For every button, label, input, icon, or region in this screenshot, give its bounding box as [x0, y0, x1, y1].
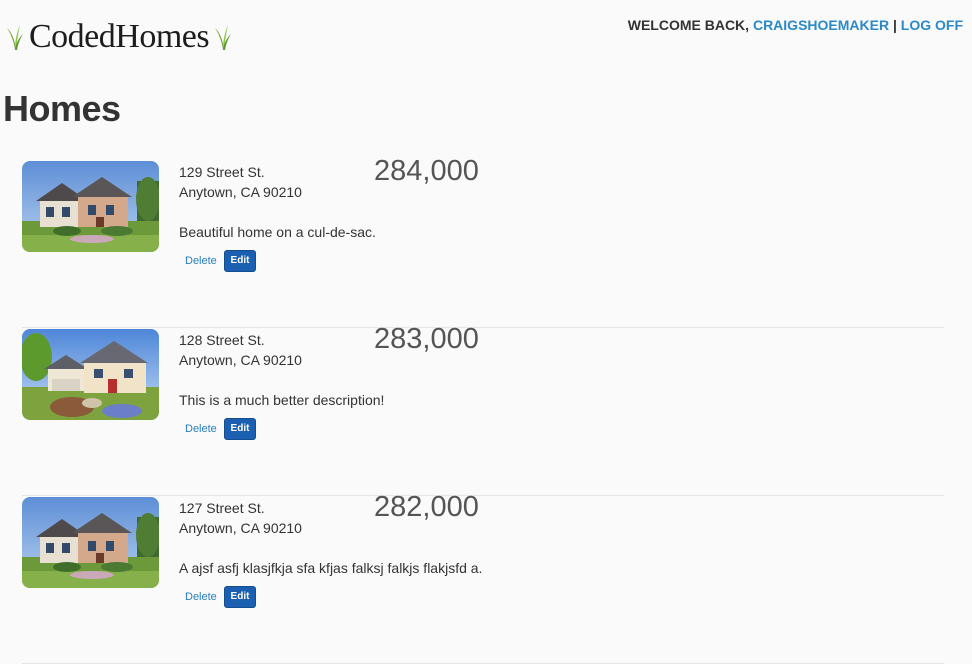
log-off-link[interactable]: LOG OFF	[901, 17, 963, 33]
page-title: Homes	[3, 88, 121, 129]
welcome-text: WELCOME BACK,	[627, 17, 750, 33]
delete-link[interactable]: Delete	[185, 255, 217, 267]
home-price: 283,000	[374, 323, 479, 355]
logo-wordmark: CodedHomes	[29, 18, 210, 55]
home-description: A ajsf asfj klasjfkja sfa kfjas falksj f…	[179, 560, 483, 576]
home-city: Anytown, CA 90210	[179, 184, 302, 200]
site-header: CodedHomes WELCOME BACK, CRAIGSHOEMAKER …	[0, 0, 972, 72]
house-photo	[22, 329, 159, 420]
home-row: 127 Street St. Anytown, CA 90210 282,000…	[22, 491, 944, 664]
home-street: 127 Street St.	[179, 500, 265, 516]
edit-button[interactable]: Edit	[224, 418, 256, 440]
edit-button[interactable]: Edit	[224, 586, 256, 608]
home-description: This is a much better description!	[179, 392, 385, 408]
home-price: 282,000	[374, 491, 479, 523]
edit-button[interactable]: Edit	[224, 250, 256, 272]
username-link[interactable]: CRAIGSHOEMAKER	[753, 17, 889, 33]
home-price: 284,000	[374, 155, 479, 187]
home-description: Beautiful home on a cul-de-sac.	[179, 224, 376, 240]
delete-link[interactable]: Delete	[185, 591, 217, 603]
home-city: Anytown, CA 90210	[179, 352, 302, 368]
house-photo	[22, 161, 159, 252]
homes-list: 129 Street St. Anytown, CA 90210 284,000…	[22, 155, 944, 664]
grass-icon	[7, 25, 23, 50]
user-bar: WELCOME BACK, CRAIGSHOEMAKER | LOG OFF	[628, 17, 963, 33]
home-street: 128 Street St.	[179, 332, 265, 348]
site-logo[interactable]: CodedHomes	[6, 20, 232, 54]
delete-link[interactable]: Delete	[185, 423, 217, 435]
home-row: 129 Street St. Anytown, CA 90210 284,000…	[22, 155, 944, 328]
house-photo	[22, 497, 159, 588]
separator: |	[892, 17, 897, 33]
home-street: 129 Street St.	[179, 164, 265, 180]
home-row: 128 Street St. Anytown, CA 90210 283,000…	[22, 323, 944, 496]
grass-icon	[215, 25, 232, 50]
home-city: Anytown, CA 90210	[179, 520, 302, 536]
